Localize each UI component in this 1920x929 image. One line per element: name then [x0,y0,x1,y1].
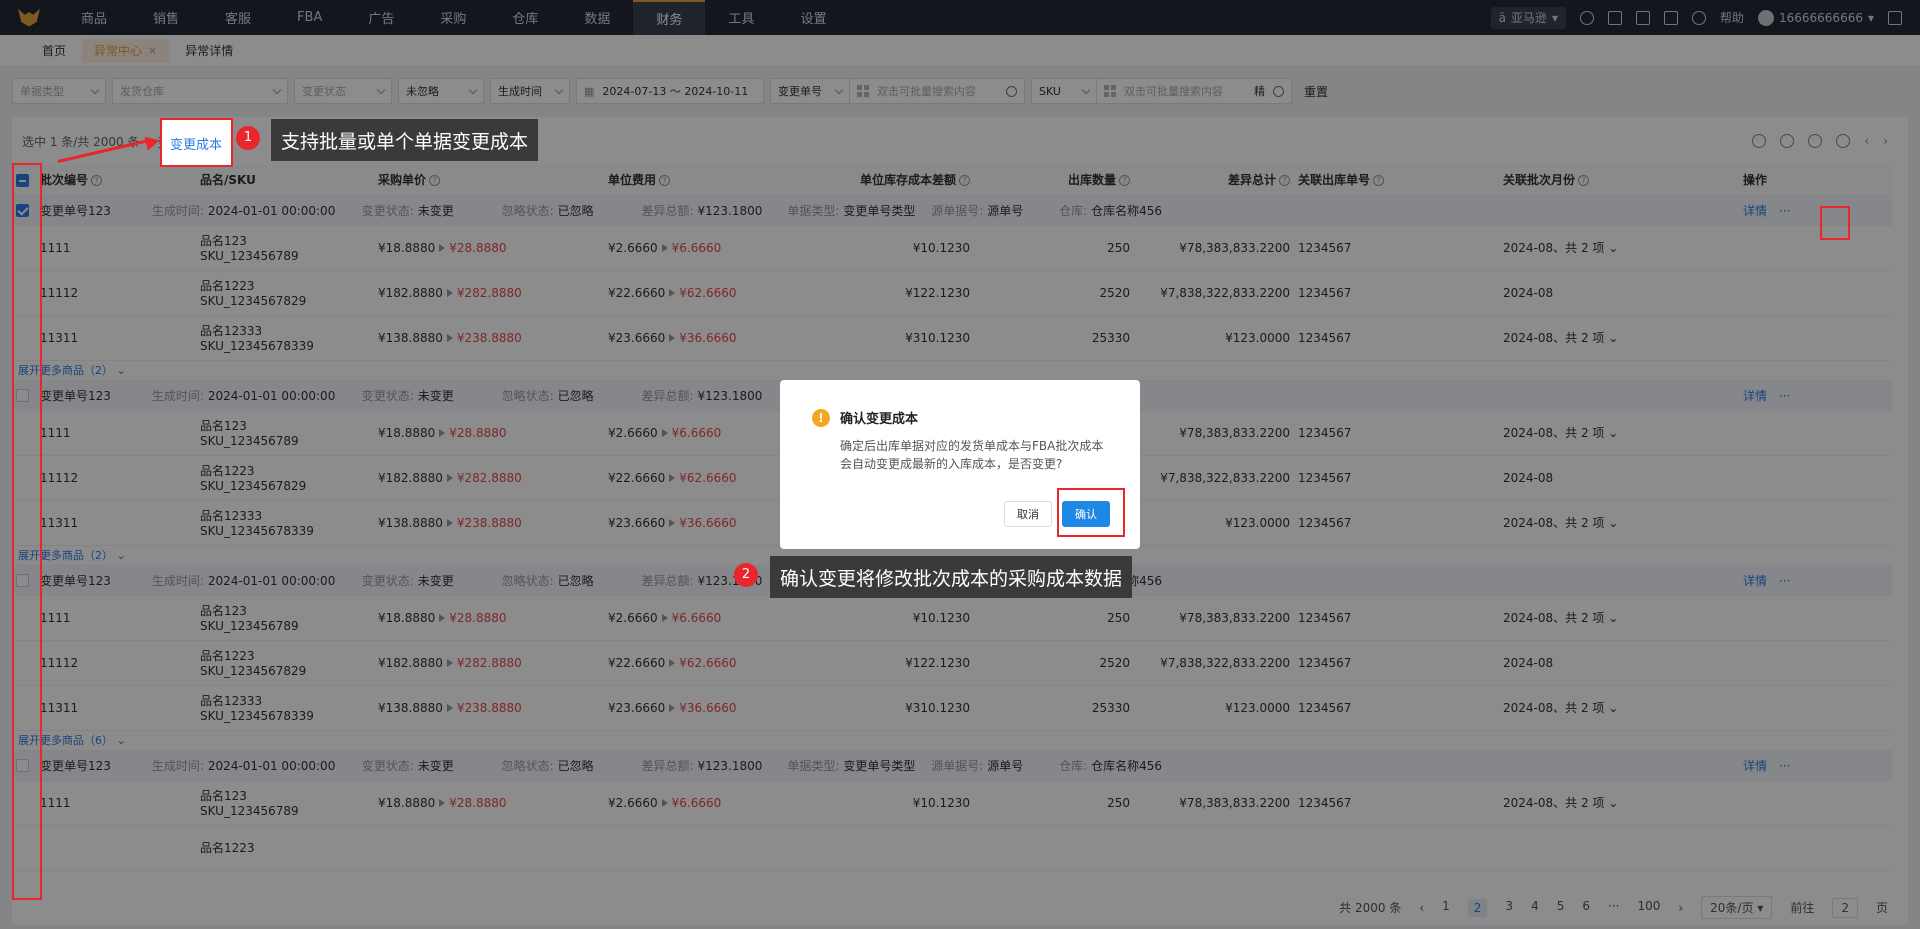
change-cost-highlight: 变更成本 [160,118,233,167]
warning-icon: ! [812,408,830,427]
more-actions-highlight [1820,206,1850,240]
dialog-title: 确认变更成本 [840,412,919,427]
cancel-button[interactable]: 取消 [1004,501,1052,527]
confirm-button-highlight [1057,488,1125,537]
checkbox-column-highlight [12,163,42,900]
callout-1: 支持批量或单个单据变更成本 [271,119,539,161]
change-cost-button[interactable]: 变更成本 [170,134,223,153]
dialog-header: ! 确认变更成本 [812,408,1108,427]
step-badge-2: 2 [734,563,758,587]
step-badge-1: 1 [236,126,260,150]
dialog-message: 确定后出库单据对应的发货单成本与FBA批次成本会自动变更成最新的入库成本，是否变… [840,439,1104,471]
callout-2: 确认变更将修改批次成本的采购成本数据 [770,556,1133,598]
